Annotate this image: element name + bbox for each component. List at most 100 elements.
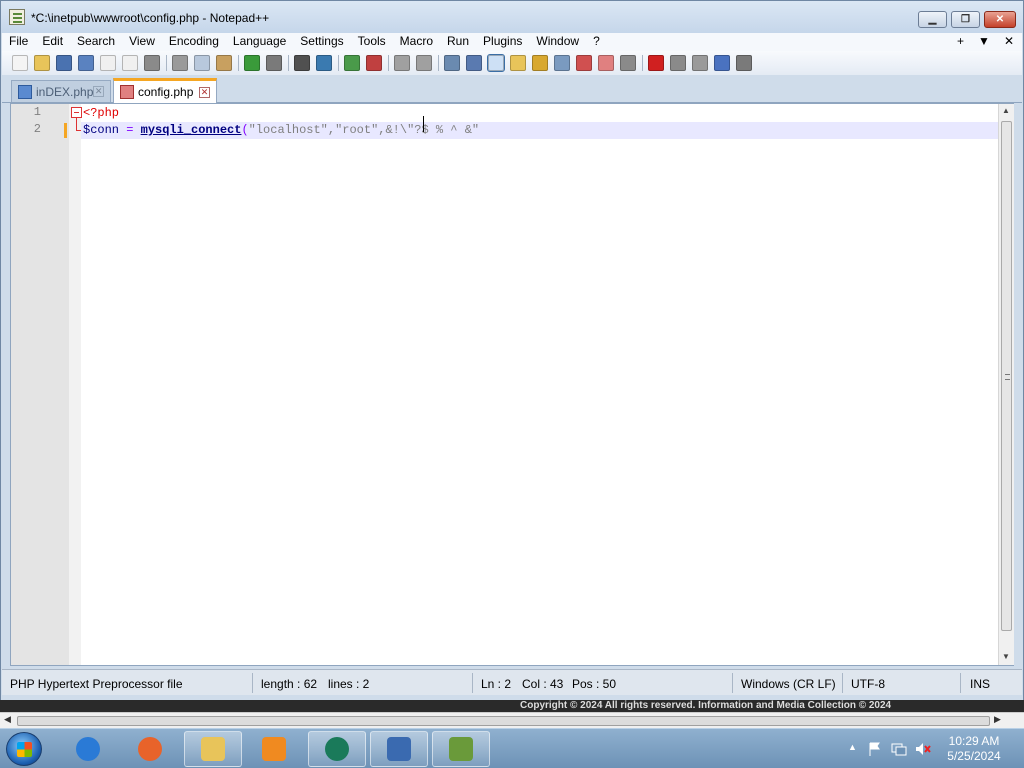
scroll-left-icon[interactable]: ◀ <box>4 714 11 725</box>
scroll-down-icon[interactable]: ▼ <box>1002 652 1010 661</box>
tab-list-button[interactable]: ▼ <box>978 34 990 48</box>
tab-label: config.php <box>138 85 194 99</box>
folder-as-workspace-icon[interactable] <box>576 55 592 71</box>
menu-edit[interactable]: Edit <box>35 33 70 51</box>
status-divider <box>252 673 253 693</box>
copy-icon[interactable] <box>194 55 210 71</box>
doc-map-icon[interactable] <box>532 55 548 71</box>
internet-explorer-icon <box>76 737 100 761</box>
menu-file[interactable]: File <box>2 33 35 51</box>
tab-bar: inDEX.php ✕ config.php ✕ <box>2 75 1022 103</box>
taskbar-button-firefox[interactable] <box>121 731 179 767</box>
function-token: mysqli_connect <box>140 123 242 137</box>
undo-icon[interactable] <box>244 55 260 71</box>
menu-settings[interactable]: Settings <box>293 33 350 51</box>
tab-index-php[interactable]: inDEX.php ✕ <box>11 80 111 102</box>
word-wrap-icon[interactable] <box>444 55 460 71</box>
menu-tools[interactable]: Tools <box>351 33 393 51</box>
scroll-right-icon[interactable]: ▶ <box>994 714 1001 725</box>
menu-help[interactable]: ? <box>586 33 607 51</box>
record-macro-icon[interactable] <box>648 55 664 71</box>
playback-macro-icon[interactable] <box>692 55 708 71</box>
new-tab-button[interactable]: + <box>957 34 964 48</box>
scroll-thumb[interactable] <box>1001 121 1012 631</box>
open-folder-icon[interactable] <box>34 55 50 71</box>
new-file-icon[interactable] <box>12 55 28 71</box>
maximize-button[interactable]: ❐ <box>951 11 980 28</box>
show-hidden-icons-icon[interactable]: ▲ <box>848 742 857 752</box>
replace-icon[interactable] <box>316 55 332 71</box>
clipboard-history-icon[interactable] <box>598 55 614 71</box>
user-defined-lang-icon[interactable] <box>510 55 526 71</box>
print-icon[interactable] <box>144 55 160 71</box>
menu-encoding[interactable]: Encoding <box>162 33 226 51</box>
status-insert-mode[interactable]: INS <box>970 677 990 691</box>
toolbar-separator <box>166 55 167 71</box>
redo-icon[interactable] <box>266 55 282 71</box>
code-line-2[interactable]: $conn = mysqli_connect("localhost","root… <box>83 122 479 139</box>
zoom-in-icon[interactable] <box>344 55 360 71</box>
close-file-icon[interactable] <box>100 55 116 71</box>
function-list-icon[interactable] <box>554 55 570 71</box>
menu-bar: File Edit Search View Encoding Language … <box>2 33 1022 51</box>
tab-config-php[interactable]: config.php ✕ <box>113 78 217 103</box>
taskbar-button-teamviewer[interactable] <box>308 731 366 767</box>
menu-macro[interactable]: Macro <box>393 33 440 51</box>
close-doc-button[interactable]: ✕ <box>1004 34 1014 48</box>
status-length: length : 62 <box>261 677 318 691</box>
find-icon[interactable] <box>294 55 310 71</box>
taskbar-button-windows-update[interactable] <box>370 731 428 767</box>
save-icon[interactable] <box>56 55 72 71</box>
volume-muted-icon[interactable] <box>915 741 931 757</box>
taskbar-button-internet-explorer[interactable] <box>59 731 117 767</box>
run-macro-multiple-icon[interactable] <box>714 55 730 71</box>
taskbar-button-notepadpp[interactable] <box>432 731 490 767</box>
menu-search[interactable]: Search <box>70 33 122 51</box>
code-editor[interactable]: 1 2 <?php $conn = mysqli_connect("localh… <box>10 103 1014 666</box>
action-center-flag-icon[interactable] <box>867 741 883 757</box>
menu-language[interactable]: Language <box>226 33 293 51</box>
menu-window[interactable]: Window <box>529 33 586 51</box>
vertical-scrollbar[interactable]: ▲ ▼ <box>998 104 1014 665</box>
sync-horizontal-icon[interactable] <box>416 55 432 71</box>
title-bar[interactable]: *C:\inetpub\wwwroot\config.php - Notepad… <box>1 1 1023 33</box>
unsaved-file-icon <box>120 85 134 99</box>
code-line-1[interactable]: <?php <box>83 105 119 122</box>
paste-icon[interactable] <box>216 55 232 71</box>
save-macro-icon[interactable] <box>736 55 752 71</box>
cut-icon[interactable] <box>172 55 188 71</box>
status-eol[interactable]: Windows (CR LF) <box>741 677 836 691</box>
show-all-chars-icon[interactable] <box>466 55 482 71</box>
close-all-icon[interactable] <box>122 55 138 71</box>
fold-margin <box>69 104 81 665</box>
file-explorer-icon <box>201 737 225 761</box>
horizontal-scrollbar[interactable]: ◀ ▶ <box>0 712 1024 728</box>
stop-record-icon[interactable] <box>670 55 686 71</box>
tab-label: inDEX.php <box>36 84 94 99</box>
network-icon[interactable] <box>891 741 907 757</box>
zoom-out-icon[interactable] <box>366 55 382 71</box>
paren-token: ( <box>241 123 249 137</box>
saved-file-icon <box>18 84 32 99</box>
minimize-button[interactable]: ▁ <box>918 11 947 28</box>
clock-date: 5/25/2024 <box>947 749 1001 763</box>
fold-collapse-icon[interactable] <box>71 107 82 118</box>
tab-close-icon[interactable]: ✕ <box>199 86 210 98</box>
hscroll-thumb[interactable] <box>17 716 990 726</box>
toolbar-separator <box>388 55 389 71</box>
start-button[interactable] <box>6 732 42 766</box>
scroll-up-icon[interactable]: ▲ <box>1002 106 1010 115</box>
taskbar-button-media-player[interactable] <box>245 731 303 767</box>
close-button[interactable]: ✕ <box>984 11 1016 28</box>
monitoring-icon[interactable] <box>620 55 636 71</box>
status-encoding[interactable]: UTF-8 <box>851 677 885 691</box>
taskbar-button-file-explorer[interactable] <box>184 731 242 767</box>
system-clock[interactable]: 10:29 AM 5/25/2024 <box>940 734 1008 764</box>
save-all-icon[interactable] <box>78 55 94 71</box>
menu-run[interactable]: Run <box>440 33 476 51</box>
sync-vertical-icon[interactable] <box>394 55 410 71</box>
menu-plugins[interactable]: Plugins <box>476 33 529 51</box>
menu-view[interactable]: View <box>122 33 162 51</box>
indent-guide-icon[interactable] <box>487 54 505 72</box>
tab-close-icon[interactable]: ✕ <box>93 86 104 97</box>
